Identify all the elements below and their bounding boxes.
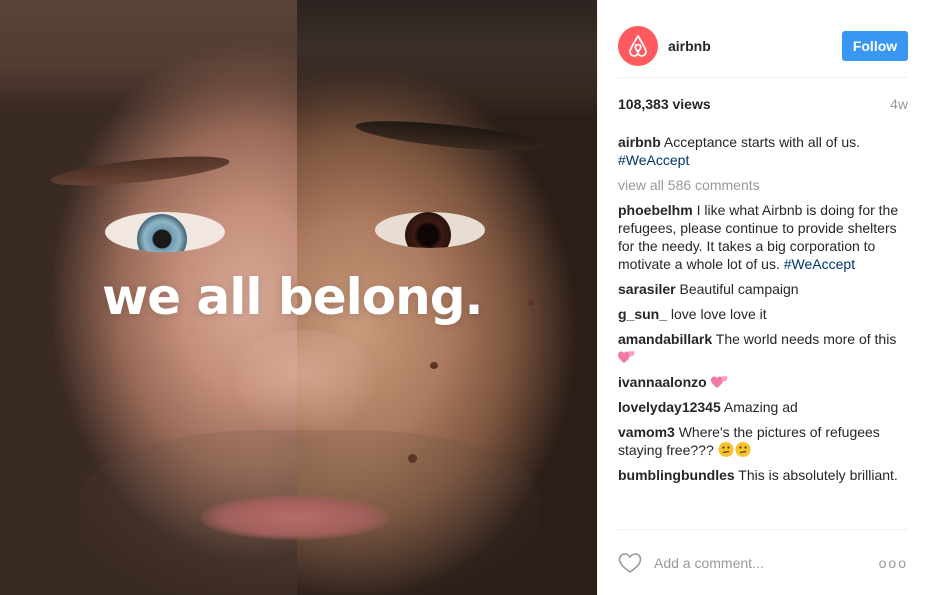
comment-item: vamom3 Where's the pictures of refugees … [618,423,908,459]
comment-username[interactable]: amandabillark [618,331,712,347]
comment-username[interactable]: vamom3 [618,424,675,440]
airbnb-logo-icon[interactable] [618,25,658,66]
nose-highlight [230,330,380,440]
comment-username[interactable]: sarasiler [618,281,676,297]
eye-right [375,212,485,248]
view-all-comments-link[interactable]: view all 586 comments [618,176,908,194]
comment-username[interactable]: bumblingbundles [618,467,735,483]
comment-text: Amazing ad [723,399,798,415]
comment-footer: ooo [618,548,908,578]
post-age[interactable]: 4w [890,96,908,112]
lips [200,495,390,540]
post-username[interactable]: airbnb [668,38,711,54]
comment-item: lovelyday12345 Amazing ad [618,398,908,416]
post-stats: 108,383 views 4w [618,96,908,112]
comment-item: g_sun_ love love love it [618,305,908,323]
comment-text: The world needs more of this [715,331,897,347]
comment-list: airbnb Acceptance starts with all of us.… [618,133,908,491]
two-hearts-emoji [710,376,728,388]
caption-text: Acceptance starts with all of us. [663,134,860,150]
thinking-face-emoji [718,442,751,457]
instagram-post: we all belong. airbnb Follow 108,383 vie… [0,0,929,595]
comment-text: Beautiful campaign [679,281,799,297]
comment-text: love love love it [670,306,767,322]
caption-username[interactable]: airbnb [618,134,661,150]
more-options-icon[interactable]: ooo [879,555,908,571]
comment-text: This is absolutely brilliant. [738,467,898,483]
comment-username[interactable]: phoebelhm [618,202,693,218]
add-comment-input[interactable] [654,555,864,571]
heart-icon[interactable] [618,552,642,574]
airbnb-belo-icon [629,34,647,57]
hair-right [297,0,597,120]
comment-username[interactable]: lovelyday12345 [618,399,721,415]
comment-item: phoebelhm I like what Airbnb is doing fo… [618,201,908,273]
mole [408,454,417,463]
follow-button[interactable]: Follow [842,30,908,61]
caption: airbnb Acceptance starts with all of us.… [618,133,908,169]
image-headline: we all belong. [102,268,484,326]
view-count: 108,383 views [618,96,711,112]
eye-left [105,212,225,252]
comment-hashtag[interactable]: #WeAccept [784,256,855,272]
footer-divider [618,529,908,530]
comment-item: amandabillark The world needs more of th… [618,330,908,366]
post-header: airbnb Follow [618,14,908,78]
mole [528,300,534,306]
caption-hashtag[interactable]: #WeAccept [618,152,689,168]
mole [430,362,438,369]
hair-left [0,0,297,110]
two-hearts-emoji [618,351,635,363]
comment-username[interactable]: g_sun_ [618,306,667,322]
post-sidebar: airbnb Follow 108,383 views 4w airbnb Ac… [597,0,929,595]
comment-item: sarasiler Beautiful campaign [618,280,908,298]
comment-username[interactable]: ivannaalonzo [618,374,707,390]
comment-item: bumblingbundles This is absolutely brill… [618,466,908,484]
post-image[interactable]: we all belong. [0,0,597,595]
comment-item: ivannaalonzo [618,373,908,391]
